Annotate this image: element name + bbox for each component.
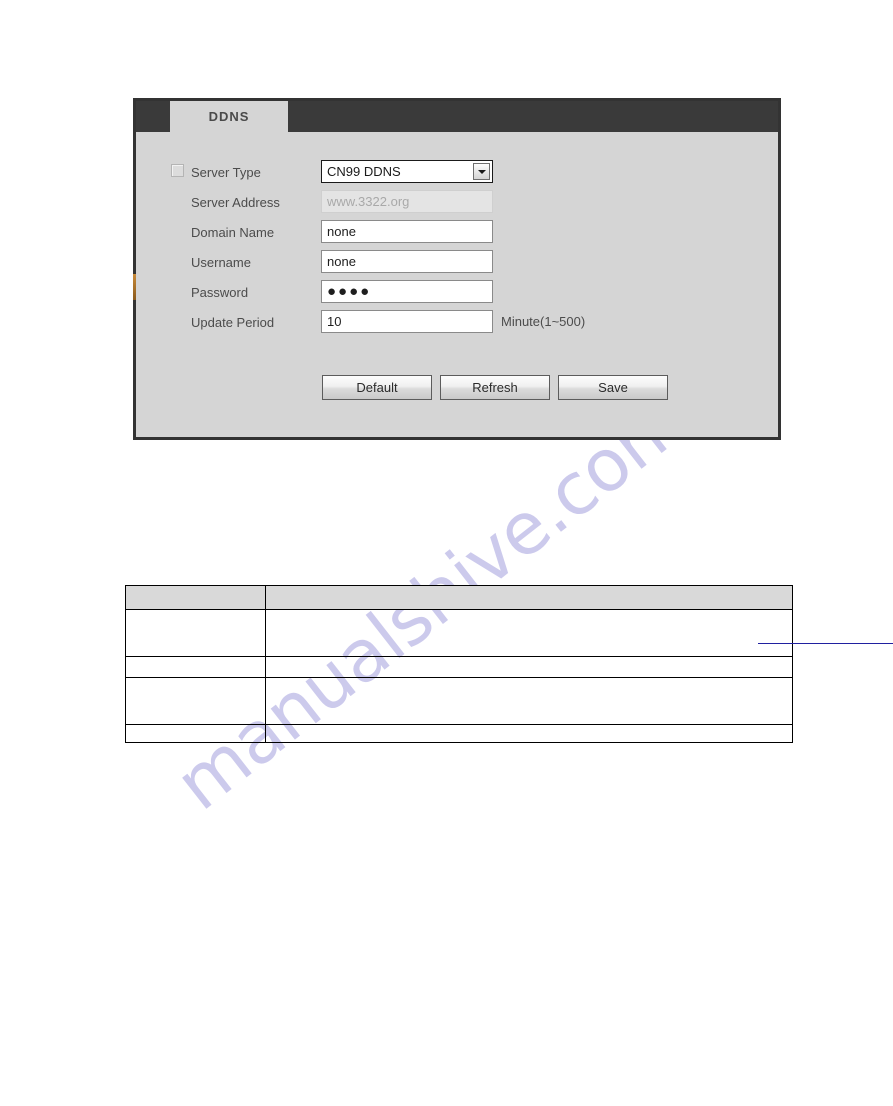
table-cell-parameter xyxy=(125,609,266,657)
left-edge-artifact xyxy=(133,274,136,300)
update-period-input[interactable]: 10 xyxy=(321,310,493,333)
table-header-row xyxy=(125,585,793,610)
panel-button-row: Default Refresh Save xyxy=(322,375,668,400)
username-value: none xyxy=(327,254,356,269)
server-address-input: www.3322.org xyxy=(321,190,493,213)
table-header-description xyxy=(265,585,793,610)
domain-name-input[interactable]: none xyxy=(321,220,493,243)
password-value: ●●●● xyxy=(327,283,372,300)
table-row xyxy=(125,609,893,657)
table-row xyxy=(125,677,793,725)
update-period-label: Update Period xyxy=(191,314,275,330)
server-type-select[interactable]: CN99 DDNS xyxy=(321,160,493,183)
table-cell-parameter xyxy=(125,656,266,678)
table-cell-description xyxy=(265,677,793,725)
update-period-value: 10 xyxy=(327,314,342,329)
server-address-label: Server Address xyxy=(191,194,280,210)
update-period-unit: Minute(1~500) xyxy=(501,314,586,329)
password-input[interactable]: ●●●● xyxy=(321,280,493,303)
tab-ddns-label: DDNS xyxy=(208,109,250,124)
domain-name-label: Domain Name xyxy=(191,224,275,240)
server-type-label: Server Type xyxy=(191,164,261,180)
table-cell-description xyxy=(265,724,793,743)
tab-ddns[interactable]: DDNS xyxy=(170,101,288,132)
panel-tabbar: DDNS xyxy=(136,101,778,132)
domain-name-value: none xyxy=(327,224,356,239)
external-link[interactable] xyxy=(758,642,893,644)
table-row xyxy=(125,656,793,678)
server-type-checkbox[interactable] xyxy=(171,164,184,177)
server-address-value: www.3322.org xyxy=(327,194,410,209)
refresh-button[interactable]: Refresh xyxy=(440,375,550,400)
chevron-down-glyph xyxy=(477,169,486,174)
chevron-down-icon[interactable] xyxy=(473,163,490,180)
table-cell-parameter xyxy=(125,677,266,725)
table-row xyxy=(125,724,793,743)
username-input[interactable]: none xyxy=(321,250,493,273)
username-label: Username xyxy=(191,254,251,270)
server-type-select-value: CN99 DDNS xyxy=(327,164,401,179)
table-cell-parameter xyxy=(125,724,266,743)
panel-body: Server Type CN99 DDNS Server Address www… xyxy=(133,132,778,437)
save-button[interactable]: Save xyxy=(558,375,668,400)
table-header-parameter xyxy=(125,585,266,610)
parameter-description-table xyxy=(125,585,893,743)
default-button[interactable]: Default xyxy=(322,375,432,400)
table-cell-description xyxy=(265,656,793,678)
password-label: Password xyxy=(191,284,249,300)
table-cell-description xyxy=(265,609,893,657)
ddns-settings-panel: DDNS Server Type CN99 DDNS Server Addres… xyxy=(133,98,781,440)
